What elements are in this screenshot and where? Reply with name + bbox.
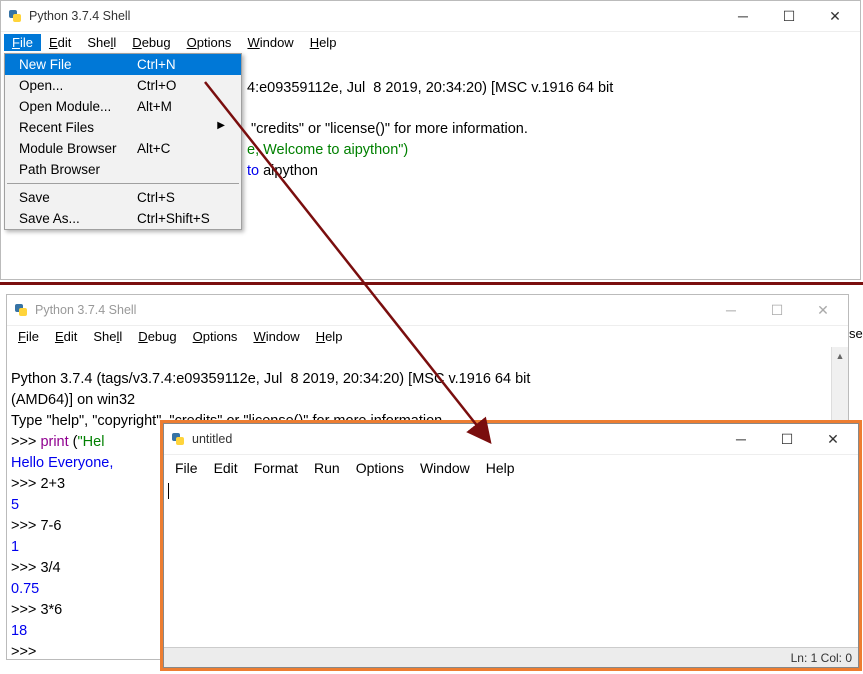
truncated-text: ser [849, 326, 863, 341]
editor-textarea[interactable] [164, 480, 858, 648]
close-button[interactable]: ✕ [800, 295, 846, 325]
menu-edit[interactable]: Edit [206, 459, 246, 477]
menu-options[interactable]: Options [185, 328, 246, 345]
window-controls: ─ ☐ ✕ [708, 295, 846, 325]
menu-window[interactable]: Window [245, 328, 307, 345]
menu-save-as[interactable]: Save As...Ctrl+Shift+S [5, 208, 241, 229]
output-text: to [247, 163, 259, 179]
menu-file[interactable]: File [4, 34, 41, 51]
maximize-button[interactable]: ☐ [766, 1, 812, 31]
menu-options[interactable]: Options [348, 459, 412, 477]
window-title: Python 3.7.4 Shell [29, 9, 720, 23]
menu-format[interactable]: Format [246, 459, 306, 477]
menu-save[interactable]: SaveCtrl+S [5, 187, 241, 208]
menu-edit[interactable]: Edit [41, 34, 79, 51]
menu-options[interactable]: Options [179, 34, 240, 51]
menu-edit[interactable]: Edit [47, 328, 85, 345]
text-line: "credits" or "license()" for more inform… [247, 121, 528, 137]
output-text: 18 [11, 623, 27, 639]
output-text: Hello Everyone, [11, 455, 113, 471]
menu-path-browser[interactable]: Path Browser [5, 159, 241, 180]
divider [0, 282, 863, 285]
menu-recent-files[interactable]: Recent Files▶ [5, 117, 241, 138]
text-line: Python 3.7.4 (tags/v3.7.4:e09359112e, Ju… [11, 371, 530, 387]
titlebar[interactable]: Python 3.7.4 Shell ─ ☐ ✕ [1, 1, 860, 31]
window-title: Python 3.7.4 Shell [35, 303, 708, 317]
window-controls: ─ ☐ ✕ [720, 1, 858, 31]
menu-debug[interactable]: Debug [124, 34, 178, 51]
minimize-button[interactable]: ─ [718, 424, 764, 454]
menubar: File Edit Shell Debug Options Window Hel… [1, 31, 860, 53]
maximize-button[interactable]: ☐ [764, 424, 810, 454]
cursor-position: Ln: 1 Col: 0 [791, 651, 852, 665]
shell-output: 4:e09359112e, Jul 8 2019, 20:34:20) [MSC… [243, 56, 860, 184]
menu-module-browser[interactable]: Module BrowserAlt+C [5, 138, 241, 159]
text-cursor [168, 483, 169, 499]
titlebar[interactable]: untitled ─ ☐ ✕ [164, 424, 858, 454]
menu-shell[interactable]: Shell [79, 34, 124, 51]
text-line: e, Welcome to aipython") [247, 142, 408, 158]
python-icon [13, 302, 29, 318]
file-dropdown: New FileCtrl+N Open...Ctrl+O Open Module… [4, 53, 242, 230]
menu-window[interactable]: Window [239, 34, 301, 51]
text-line: (AMD64)] on win32 [11, 392, 135, 408]
editor-highlight-frame: untitled ─ ☐ ✕ File Edit Format Run Opti… [160, 420, 862, 671]
minimize-button[interactable]: ─ [708, 295, 754, 325]
menu-open[interactable]: Open...Ctrl+O [5, 75, 241, 96]
maximize-button[interactable]: ☐ [754, 295, 800, 325]
menu-help[interactable]: Help [302, 34, 345, 51]
python-icon [170, 431, 186, 447]
menubar: File Edit Shell Debug Options Window Hel… [7, 325, 848, 347]
editor-window: untitled ─ ☐ ✕ File Edit Format Run Opti… [163, 423, 859, 668]
minimize-button[interactable]: ─ [720, 1, 766, 31]
close-button[interactable]: ✕ [812, 1, 858, 31]
menu-window[interactable]: Window [412, 459, 478, 477]
shell-window-top: Python 3.7.4 Shell ─ ☐ ✕ File Edit Shell… [0, 0, 861, 280]
python-icon [7, 8, 23, 24]
statusbar: Ln: 1 Col: 0 [164, 647, 858, 667]
menu-file[interactable]: File [10, 328, 47, 345]
titlebar[interactable]: Python 3.7.4 Shell ─ ☐ ✕ [7, 295, 848, 325]
text-line: 4:e09359112e, Jul 8 2019, 20:34:20) [MSC… [247, 80, 613, 96]
output-text: 0.75 [11, 581, 39, 597]
window-controls: ─ ☐ ✕ [718, 424, 856, 454]
menu-shell[interactable]: Shell [85, 328, 130, 345]
window-title: untitled [192, 432, 718, 446]
menu-run[interactable]: Run [306, 459, 348, 477]
close-button[interactable]: ✕ [810, 424, 856, 454]
menu-help[interactable]: Help [478, 459, 523, 477]
scroll-up-icon[interactable]: ▲ [832, 347, 848, 364]
output-text: aipython [259, 163, 318, 179]
menu-file[interactable]: File [167, 459, 206, 477]
menu-separator [7, 183, 239, 184]
menu-help[interactable]: Help [308, 328, 351, 345]
menu-debug[interactable]: Debug [130, 328, 184, 345]
menubar: File Edit Format Run Options Window Help [164, 454, 858, 480]
output-text: 5 [11, 497, 19, 513]
menu-new-file[interactable]: New FileCtrl+N [5, 54, 241, 75]
output-text: 1 [11, 539, 19, 555]
menu-open-module[interactable]: Open Module...Alt+M [5, 96, 241, 117]
